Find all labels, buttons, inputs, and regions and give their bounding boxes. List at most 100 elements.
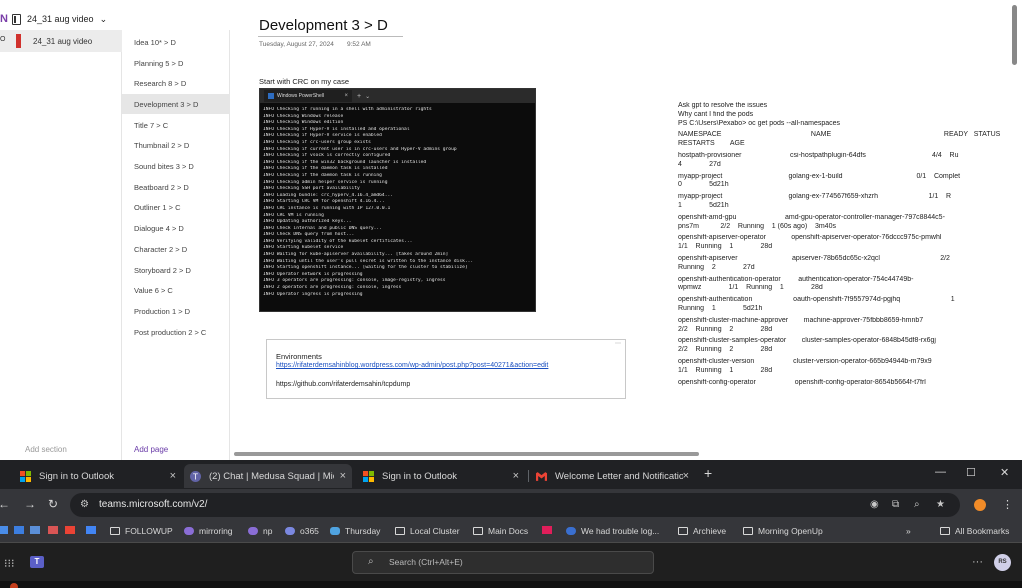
page-item[interactable]: Character 2 > D: [122, 239, 230, 259]
drag-handle-icon[interactable]: ⋯: [615, 340, 621, 347]
bookmark-label: np: [263, 526, 273, 536]
page-label: Research 8 > D: [134, 78, 187, 88]
close-tab-icon[interactable]: ×: [683, 470, 689, 482]
forward-icon[interactable]: →: [24, 497, 36, 511]
section-item[interactable]: O 24_31 aug video: [0, 30, 122, 52]
plus-icon: +: [357, 92, 362, 100]
powershell-line: INFO Checking if the daemon task is runn…: [263, 172, 382, 178]
bookmark-item[interactable]: np: [248, 526, 272, 536]
more-menu-icon[interactable]: ⋮: [1002, 498, 1013, 511]
page-item[interactable]: Outliner 1 > C: [122, 197, 230, 217]
bookmark-folder[interactable]: Local Cluster: [395, 526, 460, 536]
more-options-icon[interactable]: ···: [972, 556, 983, 568]
bookmark-star-icon[interactable]: ★: [936, 499, 945, 510]
page-title[interactable]: Development 3 > D: [259, 17, 388, 34]
kube-output-line: openshift-cluster-version cluster-versio…: [678, 357, 932, 365]
extension-icon[interactable]: [974, 499, 986, 511]
powershell-line: INFO Operator network is progressing: [263, 271, 363, 277]
page-item[interactable]: Sound bites 3 > D: [122, 156, 230, 176]
eye-off-icon[interactable]: ◉: [870, 499, 879, 510]
back-icon[interactable]: ←: [0, 497, 10, 511]
reload-icon[interactable]: ↻: [48, 497, 58, 511]
add-section-button[interactable]: Add section: [25, 445, 67, 454]
add-page-button[interactable]: Add page: [134, 445, 168, 454]
bookmark-folder[interactable]: All Bookmarks: [940, 526, 1009, 536]
bookmark-item[interactable]: [30, 526, 45, 534]
github-link[interactable]: https://github.com/rifaterdemsahin/tcpdu…: [276, 381, 410, 388]
close-tab-icon[interactable]: ×: [340, 470, 346, 482]
environments-title: Environments: [276, 352, 322, 361]
browser-tab[interactable]: Sign in to Outlook ×: [357, 464, 525, 488]
close-tab-icon[interactable]: ×: [170, 470, 176, 482]
powershell-screenshot[interactable]: Windows PowerShell × + ⌄ INFO Checking i…: [259, 88, 536, 312]
new-tab-button[interactable]: +: [704, 465, 712, 481]
kube-output-line: openshift-cluster-samples-operator clust…: [678, 337, 936, 345]
tab-title: (2) Chat | Medusa Squad | Micro: [209, 470, 334, 482]
close-window-icon[interactable]: ✕: [1000, 466, 1009, 479]
gmail-icon: [536, 471, 547, 481]
page-item[interactable]: Thumbnail 2 > D: [122, 135, 230, 155]
bookmark-item[interactable]: [14, 526, 29, 534]
bookmark-folder[interactable]: Main Docs: [473, 526, 528, 536]
page-label: Beatboard 2 > D: [134, 182, 189, 192]
browser-tab-active[interactable]: T (2) Chat | Medusa Squad | Micro ×: [184, 464, 352, 488]
kube-output-line: 0 5d21h: [678, 181, 729, 189]
powershell-line: INFO Checking Windows edition: [263, 120, 344, 126]
page-item[interactable]: Planning 5 > D: [122, 53, 230, 73]
bookmark-folder[interactable]: Morning OpenUp: [743, 526, 823, 536]
notebook-selector[interactable]: N 24_31 aug video ⌄: [0, 8, 122, 30]
page-item[interactable]: Storyboard 2 > D: [122, 260, 230, 280]
page-item[interactable]: Idea 10* > D: [122, 32, 230, 52]
tab-separator: [528, 470, 529, 482]
page-item[interactable]: Production 1 > D: [122, 301, 230, 321]
environments-container[interactable]: ⋯ Environments https://rifaterdemsahinbl…: [266, 339, 626, 399]
browser-tab[interactable]: Sign in to Outlook ×: [14, 464, 182, 488]
overflow-chevron-icon[interactable]: »: [906, 526, 911, 536]
page-item[interactable]: Beatboard 2 > D: [122, 177, 230, 197]
url-text[interactable]: teams.microsoft.com/v2/: [99, 499, 207, 510]
maximize-icon[interactable]: ☐: [966, 466, 976, 479]
svg-text:T: T: [192, 472, 198, 481]
powershell-line: INFO Checking if crc-users group exists: [263, 139, 371, 145]
bookmark-item[interactable]: [65, 526, 80, 534]
bookmark-item[interactable]: [542, 526, 557, 534]
bookmark-label: o365: [300, 526, 319, 536]
page-item[interactable]: Post production 2 > C: [122, 322, 230, 342]
page-item-active[interactable]: Development 3 > D: [122, 94, 230, 114]
page-canvas[interactable]: Development 3 > D Tuesday, August 27, 20…: [231, 0, 1011, 452]
close-icon: ×: [344, 93, 348, 99]
install-app-icon[interactable]: ⧉: [892, 499, 899, 510]
bookmark-icon: [330, 527, 340, 535]
page-item[interactable]: Title 7 > C: [122, 115, 230, 135]
page-item[interactable]: Research 8 > D: [122, 73, 230, 93]
zoom-icon[interactable]: ⌕: [914, 499, 920, 510]
powershell-line: INFO Waiting for kube-apiserver availabi…: [263, 252, 449, 258]
page-item[interactable]: Value 6 > C: [122, 280, 230, 300]
o365-icon: [285, 527, 295, 535]
app-launcher-icon[interactable]: ⁝⁝⁝: [4, 557, 15, 570]
kube-output-text[interactable]: Ask gpt to resolve the issues Why cant I …: [678, 102, 1008, 447]
vertical-scrollbar[interactable]: [1012, 5, 1017, 65]
bookmark-item[interactable]: [86, 526, 101, 534]
minimize-icon[interactable]: —: [935, 466, 946, 478]
bookmark-item[interactable]: Thursday: [330, 526, 380, 536]
powershell-tab-title: Windows PowerShell: [277, 93, 324, 99]
bookmark-item[interactable]: o365: [285, 526, 319, 536]
kube-output-line: wpmwz 1/1 Running 1 28d: [678, 284, 823, 292]
site-info-icon[interactable]: ⚙: [80, 499, 89, 510]
avatar[interactable]: RS: [994, 554, 1011, 571]
bookmark-item[interactable]: [48, 526, 63, 534]
apps-icon[interactable]: [0, 526, 13, 534]
note-text[interactable]: Start with CRC on my case: [259, 77, 349, 86]
horizontal-scrollbar[interactable]: [234, 452, 699, 456]
bookmark-item[interactable]: mirroring: [184, 526, 233, 536]
bookmark-item[interactable]: We had trouble log...: [566, 526, 659, 536]
powershell-line: INFO Checking if Hyper-V service is enab…: [263, 133, 382, 139]
browser-tab[interactable]: Welcome Letter and Notificatio ×: [530, 464, 695, 488]
page-item[interactable]: Dialogue 4 > D: [122, 218, 230, 238]
close-tab-icon[interactable]: ×: [513, 470, 519, 482]
wordpress-link[interactable]: https://rifaterdemsahinblog.wordpress.co…: [276, 362, 548, 369]
bookmark-label: Archieve: [693, 526, 727, 536]
bookmark-folder[interactable]: Archieve: [678, 526, 726, 536]
bookmark-folder[interactable]: FOLLOWUP: [110, 526, 173, 536]
